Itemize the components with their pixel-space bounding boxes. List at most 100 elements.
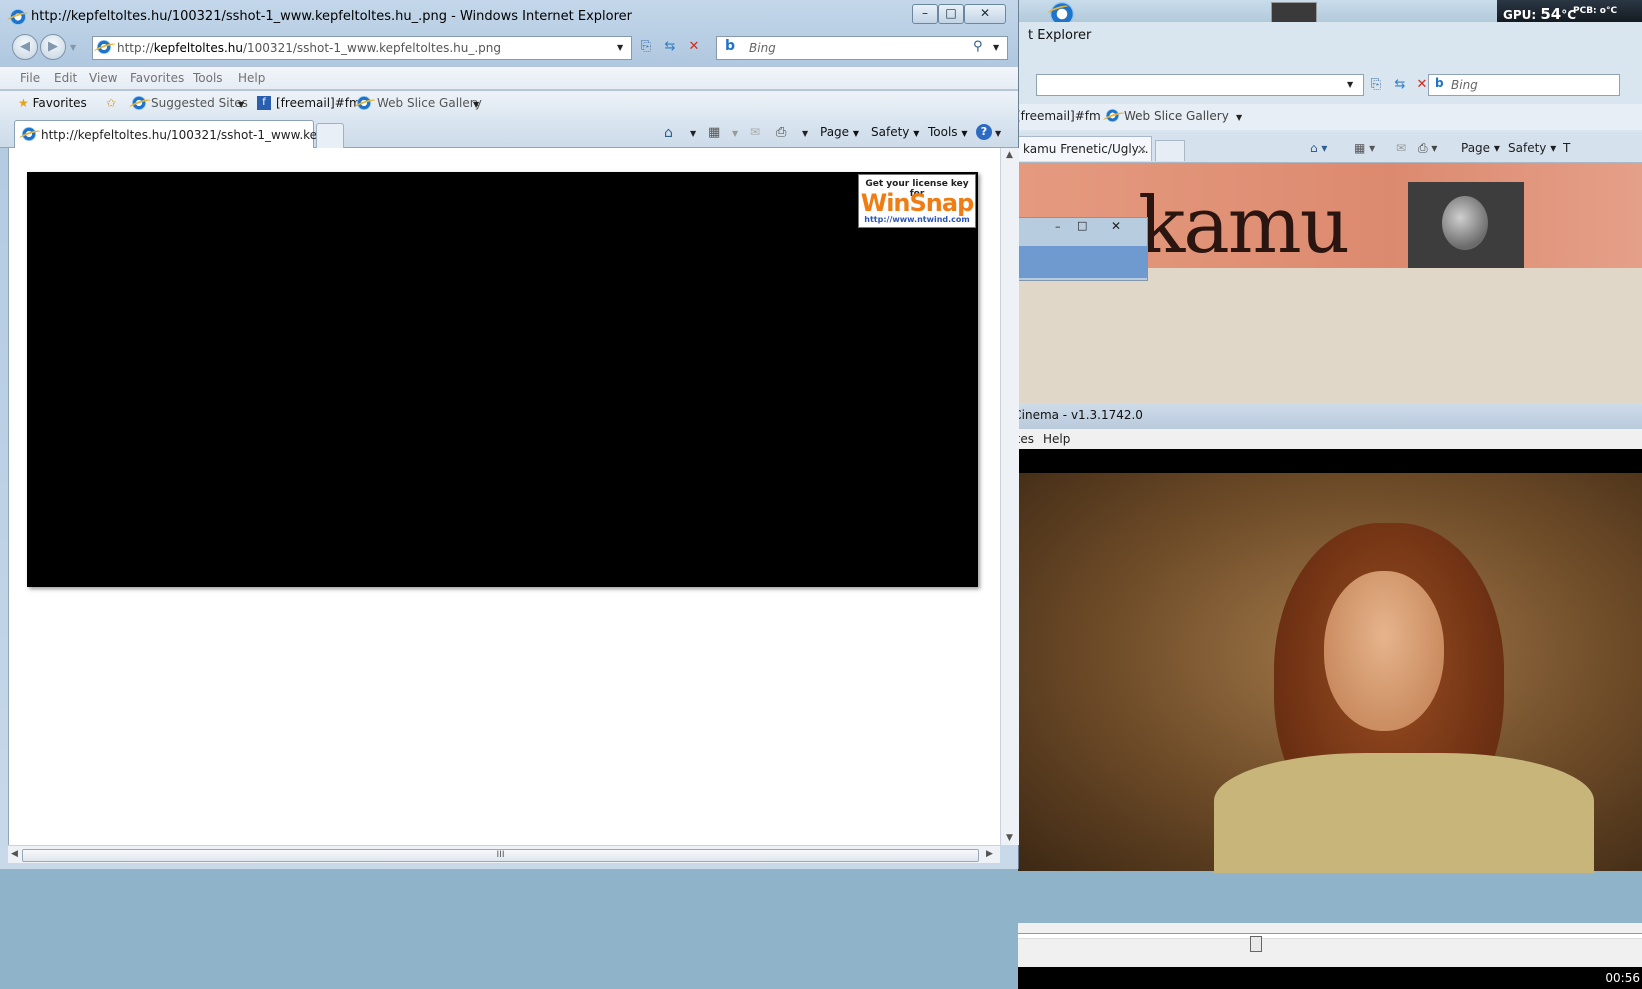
forward-button[interactable]: ▶ bbox=[40, 34, 66, 60]
background-ie-window[interactable]: t Explorer ▼ ⎘ ⇆ ✕ b Bing [freemail]#fm … bbox=[974, 22, 1642, 989]
tools-menu-label: Tools bbox=[928, 125, 958, 139]
web-slice-gallery-icon bbox=[357, 96, 371, 110]
help-dropdown-icon[interactable]: ▼ bbox=[995, 129, 1001, 138]
search-options-dropdown-icon[interactable]: ▼ bbox=[993, 43, 999, 52]
compatibility-view-icon[interactable]: ⎘ bbox=[636, 37, 656, 57]
winsnap-ad[interactable]: Get your license key for WinSnap http://… bbox=[858, 174, 976, 228]
address-prefix: http:// bbox=[117, 41, 154, 55]
address-dropdown-icon[interactable]: ▼ bbox=[617, 43, 623, 52]
safety-menu-arrow-icon: ▼ bbox=[913, 129, 920, 138]
back-button[interactable]: ◀ bbox=[12, 34, 38, 60]
menu-file[interactable]: File bbox=[20, 71, 40, 85]
bg-page-content: kamu – □ ✕ Home Cinema - v1.3.1742.0 ori… bbox=[974, 163, 1642, 989]
menu-edit[interactable]: Edit bbox=[54, 71, 77, 85]
bg-page-label: Page bbox=[1461, 141, 1491, 155]
scroll-right-arrow-icon[interactable]: ▶ bbox=[986, 849, 993, 859]
search-placeholder: Bing bbox=[749, 41, 776, 55]
bg-fav-freemail[interactable]: [freemail]#fm bbox=[1016, 109, 1101, 123]
bg-print-icon[interactable]: ⎙ ▾ bbox=[1418, 141, 1437, 156]
suggested-sites-link[interactable]: Suggested Sites bbox=[151, 96, 248, 110]
fav-freemail-link[interactable]: [freemail]#fm bbox=[276, 96, 361, 110]
menu-tools[interactable]: Tools bbox=[193, 71, 223, 85]
minimize-button[interactable]: – bbox=[912, 4, 938, 24]
favorites-bar: ★ Favorites ✩ Suggested Sites ▼ f [freem… bbox=[0, 90, 1018, 117]
read-mail-icon[interactable]: ✉ bbox=[750, 125, 760, 139]
search-icon[interactable]: ⚲ bbox=[973, 39, 983, 54]
mpc-menu-help[interactable]: Help bbox=[1043, 432, 1070, 446]
web-slice-dropdown-icon[interactable]: ▼ bbox=[473, 100, 479, 109]
bg-compat-icon[interactable]: ⎘ bbox=[1366, 75, 1386, 95]
status-bar bbox=[0, 863, 1018, 869]
horizontal-scrollbar[interactable]: ◀ III ▶ bbox=[8, 845, 1000, 864]
pcb-temp: PCB: o°C bbox=[1573, 6, 1618, 16]
favorites-star-icon: ★ bbox=[18, 96, 29, 110]
help-icon[interactable]: ? bbox=[976, 124, 992, 140]
home-dropdown-icon[interactable]: ▼ bbox=[690, 129, 696, 138]
bg-search-box[interactable]: b Bing bbox=[1428, 74, 1620, 96]
bg-mail-icon[interactable]: ✉ bbox=[1396, 141, 1406, 155]
winsnap-url: http://www.ntwind.com bbox=[864, 215, 970, 224]
tab-row: http://kepfeltoltes.hu/100321/sshot-1_ww… bbox=[0, 117, 1018, 148]
displayed-image: Get your license key for WinSnap http://… bbox=[27, 172, 978, 587]
address-bar[interactable]: http://kepfeltoltes.hu/100321/sshot-1_ww… bbox=[92, 36, 632, 60]
bg-tab[interactable]: kamu Frenetic/Ugly... × bbox=[1018, 136, 1152, 161]
horizontal-scroll-thumb[interactable]: III bbox=[22, 849, 979, 862]
page-menu-label: Page bbox=[820, 125, 850, 139]
seek-bar[interactable] bbox=[1018, 933, 1642, 952]
print-icon[interactable]: ⎙ bbox=[776, 125, 786, 140]
menu-favorites[interactable]: Favorites bbox=[130, 71, 184, 85]
feeds-icon[interactable]: ▦ bbox=[708, 125, 720, 140]
suggested-sites-dropdown-icon[interactable]: ▼ bbox=[238, 100, 244, 109]
web-slice-gallery-link[interactable]: Web Slice Gallery bbox=[377, 96, 482, 110]
menu-help[interactable]: Help bbox=[238, 71, 265, 85]
bg-refresh-icon[interactable]: ⇆ bbox=[1390, 75, 1410, 95]
bg-bing-icon: b bbox=[1435, 76, 1444, 90]
menu-view[interactable]: View bbox=[89, 71, 117, 85]
bg-safety-menu[interactable]: Safety ▾ bbox=[1508, 141, 1556, 155]
active-tab[interactable]: http://kepfeltoltes.hu/100321/sshot-1_ww… bbox=[14, 120, 339, 148]
bg-tab-close-icon[interactable]: × bbox=[1137, 142, 1147, 156]
media-player-window[interactable]: Home Cinema - v1.3.1742.0 orites Help 00… bbox=[974, 403, 1642, 989]
vertical-scrollbar[interactable]: ▲ ▼ bbox=[1000, 148, 1019, 845]
recent-pages-dropdown-icon[interactable]: ▼ bbox=[70, 43, 76, 52]
bg-tools-menu[interactable]: T bbox=[1563, 141, 1570, 155]
tools-menu[interactable]: Tools ▼ bbox=[928, 125, 968, 139]
home-icon[interactable]: ⌂ bbox=[664, 125, 673, 141]
bg-new-tab-button[interactable] bbox=[1155, 140, 1185, 161]
address-text[interactable]: http://kepfeltoltes.hu/100321/sshot-1_ww… bbox=[117, 41, 501, 55]
bg-web-slice-dropdown-icon[interactable]: ▼ bbox=[1236, 113, 1242, 122]
banner-text: kamu bbox=[1138, 181, 1350, 271]
bg-address-bar[interactable]: ▼ bbox=[1036, 74, 1364, 96]
seek-knob[interactable] bbox=[1250, 936, 1262, 952]
video-frame[interactable] bbox=[1018, 473, 1642, 873]
close-button[interactable]: ✕ bbox=[964, 4, 1006, 24]
mini-minimize-icon[interactable]: – bbox=[1055, 220, 1061, 233]
favorites-button[interactable]: ★ Favorites bbox=[18, 96, 87, 110]
bg-address-dropdown-icon[interactable]: ▼ bbox=[1347, 80, 1353, 89]
print-dropdown-icon[interactable]: ▼ bbox=[802, 129, 808, 138]
mini-close-icon[interactable]: ✕ bbox=[1111, 219, 1121, 233]
mini-maximize-icon[interactable]: □ bbox=[1077, 219, 1087, 232]
scroll-down-arrow-icon[interactable]: ▼ bbox=[1006, 833, 1013, 843]
scroll-left-arrow-icon[interactable]: ◀ bbox=[11, 849, 18, 859]
page-menu[interactable]: Page ▼ bbox=[820, 125, 859, 139]
stop-icon[interactable]: ✕ bbox=[684, 37, 704, 57]
safety-menu[interactable]: Safety ▼ bbox=[871, 125, 919, 139]
bg-home-icon[interactable]: ⌂ ▾ bbox=[1310, 141, 1327, 155]
bg-fav-web-slice[interactable]: Web Slice Gallery bbox=[1124, 109, 1229, 123]
new-tab-button[interactable] bbox=[316, 123, 344, 148]
bg-page-menu[interactable]: Page ▾ bbox=[1461, 141, 1500, 155]
feeds-dropdown-icon[interactable]: ▼ bbox=[732, 129, 738, 138]
ie-title-icon bbox=[10, 9, 26, 25]
taskbar-video-thumbnail[interactable] bbox=[1271, 2, 1317, 24]
navigation-bar: ◀ ▶ ▼ http://kepfeltoltes.hu/100321/ssho… bbox=[0, 34, 1018, 66]
bg-feeds-icon[interactable]: ▦ ▾ bbox=[1354, 141, 1375, 155]
maximize-button[interactable]: □ bbox=[938, 4, 964, 24]
page-viewport: Get your license key for WinSnap http://… bbox=[8, 148, 1001, 845]
ie-window[interactable]: http://kepfeltoltes.hu/100321/sshot-1_ww… bbox=[0, 0, 1019, 869]
search-box[interactable]: b Bing ⚲ ▼ bbox=[716, 36, 1008, 60]
add-to-favorites-bar-icon[interactable]: ✩ bbox=[106, 96, 116, 110]
scroll-up-arrow-icon[interactable]: ▲ bbox=[1006, 150, 1013, 160]
gpu-temp-value: 54 bbox=[1540, 5, 1562, 23]
refresh-icon[interactable]: ⇆ bbox=[660, 37, 680, 57]
